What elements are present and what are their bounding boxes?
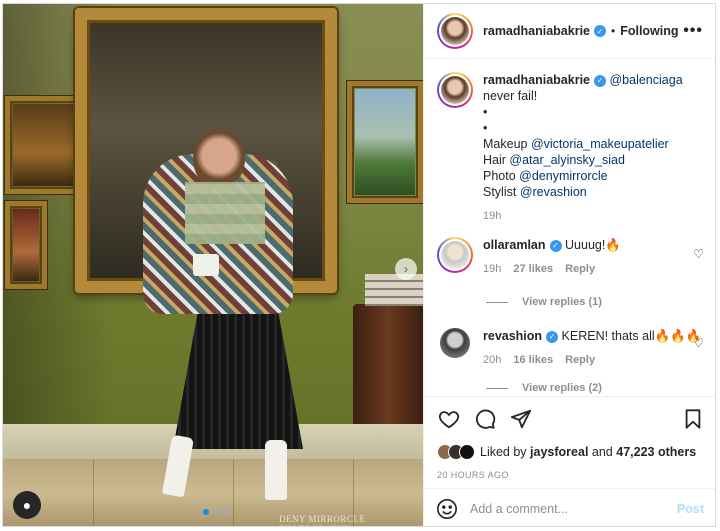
credit-hair: Hair @atar_alyinsky_siad [483,153,625,167]
emoji-icon[interactable] [436,498,458,520]
avatar[interactable] [437,13,473,49]
view-replies-button[interactable]: View replies (2) [486,382,602,394]
avatar[interactable] [437,237,473,273]
comment-time: 19h [483,263,502,275]
caption-username[interactable]: ramadhaniabakrie [483,73,590,87]
caption-bullet: • [483,105,488,119]
white-boot-right [265,440,287,500]
model-head [193,129,245,189]
avatar[interactable] [437,72,473,108]
share-paper-plane-icon[interactable] [508,406,534,432]
likes-count-link[interactable]: 47,223 others [616,445,696,459]
caption-time: 19h [483,210,502,222]
liked-by-row: Liked by jaysforeal and 47,223 others [437,444,696,460]
painting-frame-right [347,81,423,203]
credit-photo: Photo @denymirrorcle [483,169,608,183]
comments-list[interactable]: ramadhaniabakrie ✓ @balenciaga never fail… [424,60,715,395]
comment-time: 20h [483,354,502,366]
comment-likes-link[interactable]: 16 likes [513,352,553,368]
like-heart-icon[interactable] [436,406,462,432]
view-replies-button[interactable]: View replies (1) [486,296,602,308]
post-photo[interactable]: › ● DENY MIRRORCLE PHOTOGRAPHY [3,4,423,526]
verified-badge-icon: ✓ [594,74,606,87]
post-timestamp[interactable]: 20 HOURS AGO [437,470,509,480]
comment-item: revashion ✓ KEREN! thats all🔥🔥🔥 20h 16 li… [437,328,703,368]
comment-text: Uuuug!🔥 [565,238,621,252]
post-actions-bar [424,396,715,441]
painting-frame-bottom-left [5,201,47,289]
comment-text: KEREN! thats all🔥🔥🔥 [561,329,702,343]
books-stack [365,274,423,306]
caption-mention-link[interactable]: @balenciaga [609,73,682,87]
following-button[interactable]: Following [620,24,678,38]
carousel-dot-active [203,509,209,515]
verified-badge-icon: ✓ [546,330,559,343]
liker-avatar [459,444,475,460]
post-header: ramadhaniabakrie ✓ • Following ••• [424,4,715,59]
post-side-panel: ramadhaniabakrie ✓ • Following ••• ramad… [423,4,715,526]
credit-stylist: Stylist @revashion [483,185,587,199]
add-comment-bar: Add a comment... Post [424,488,715,526]
comment-bubble-icon[interactable] [472,406,498,432]
save-bookmark-icon[interactable] [680,406,706,432]
liked-by-user-link[interactable]: jaysforeal [530,445,588,459]
censor-blur [185,182,265,244]
post-comment-button[interactable]: Post [677,502,704,516]
comment-reply-button[interactable]: Reply [565,352,595,368]
comment-item: ollaramlan ✓ Uuuug!🔥 19h 27 likes Reply [437,237,703,277]
white-bag [193,254,219,276]
comment-username[interactable]: revashion [483,329,542,343]
caption: ramadhaniabakrie ✓ @balenciaga never fail… [437,72,703,224]
mention-link[interactable]: @revashion [520,185,587,199]
mention-link[interactable]: @victoria_makeupatelier [531,137,669,151]
header-username[interactable]: ramadhaniabakrie [483,24,590,38]
mention-link[interactable]: @atar_alyinsky_siad [509,153,625,167]
add-comment-input[interactable]: Add a comment... [470,502,677,516]
carousel-next-arrow-icon[interactable]: › [395,258,417,280]
caption-bullet: • [483,121,488,135]
instagram-post-modal: › ● DENY MIRRORCLE PHOTOGRAPHY ramadhani… [2,3,716,527]
comment-username[interactable]: ollaramlan [483,238,546,252]
credit-makeup: Makeup @victoria_makeupatelier [483,137,669,151]
verified-badge-icon: ✓ [549,239,562,252]
painting-frame-top-left [5,96,83,194]
verified-badge-icon: ✓ [594,25,606,37]
comment-likes-link[interactable]: 27 likes [513,261,553,277]
tagged-user-icon[interactable]: ● [13,491,41,519]
comment-like-heart-icon[interactable]: ♡ [693,336,704,350]
comment-reply-button[interactable]: Reply [565,261,595,277]
photo-watermark: DENY MIRRORCLE PHOTOGRAPHY [279,514,366,526]
more-options-icon[interactable]: ••• [683,22,703,40]
caption-line: never fail! [483,89,538,103]
carousel-dots [203,509,229,515]
mention-link[interactable]: @denymirrorcle [519,169,607,183]
comment-like-heart-icon[interactable]: ♡ [693,247,704,261]
carousel-dot [223,509,229,515]
avatar[interactable] [440,328,470,358]
carousel-dot [213,509,219,515]
